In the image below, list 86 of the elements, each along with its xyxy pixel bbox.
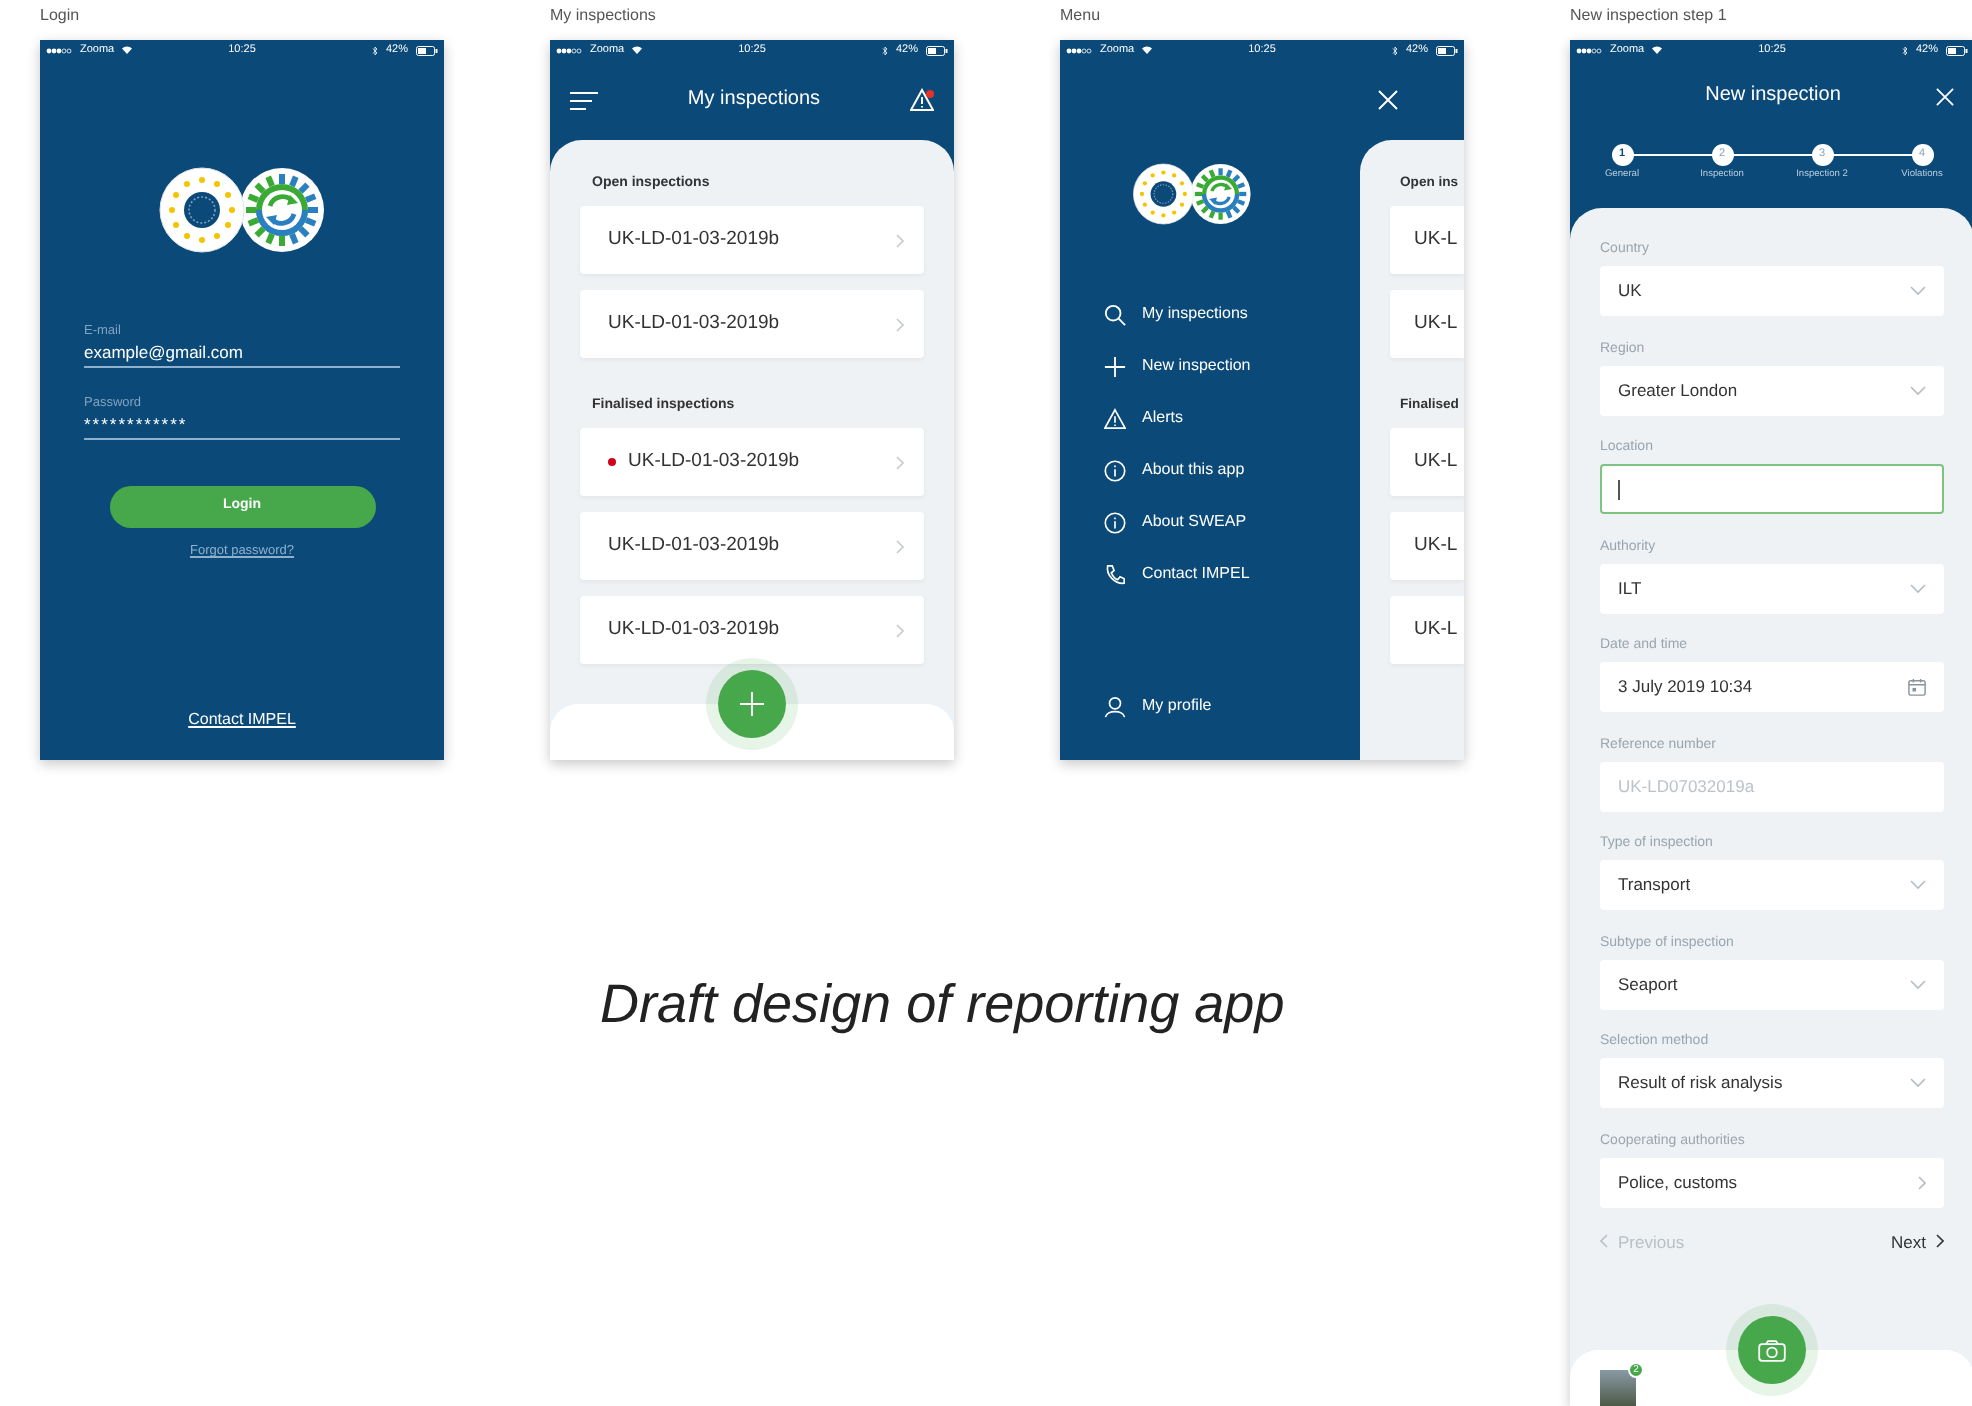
inspection-item[interactable]: UK-L bbox=[1390, 206, 1464, 274]
chevron-down-icon bbox=[1910, 583, 1926, 593]
chevron-down-icon bbox=[1910, 880, 1926, 890]
chevron-down-icon bbox=[1910, 385, 1926, 395]
signal-icon bbox=[1066, 47, 1092, 53]
info-icon bbox=[1104, 459, 1126, 481]
alert-warning-icon[interactable] bbox=[909, 88, 934, 112]
dropdown-field[interactable]: UK bbox=[1600, 266, 1944, 316]
screen-title: My inspections bbox=[687, 88, 821, 112]
inspection-item[interactable]: UK-L bbox=[1390, 428, 1464, 496]
next-button[interactable]: Next bbox=[1891, 1231, 1944, 1252]
camera-button[interactable] bbox=[1738, 1316, 1806, 1384]
close-icon[interactable] bbox=[1936, 87, 1954, 105]
phone-icon bbox=[1104, 563, 1126, 585]
battery-icon bbox=[415, 45, 438, 55]
profile-link[interactable]: My profile bbox=[1060, 680, 1360, 732]
chevron-right-icon bbox=[896, 539, 904, 553]
screen-title: New inspection bbox=[1705, 84, 1841, 108]
inspection-item[interactable]: UK-LD-01-03-2019b bbox=[580, 512, 924, 580]
menu-item[interactable]: Contact IMPEL bbox=[1060, 548, 1360, 600]
logo-drawing bbox=[1132, 162, 1252, 226]
info-icon bbox=[1104, 511, 1126, 533]
dropdown-field[interactable]: Result of risk analysis bbox=[1600, 1058, 1944, 1108]
inspection-item[interactable]: UK-LD-01-03-2019b bbox=[580, 290, 924, 358]
warning-icon bbox=[1104, 407, 1126, 429]
wifi-icon bbox=[1652, 46, 1663, 54]
screen-caption: Login bbox=[40, 6, 80, 26]
slide-caption: Draft design of reporting app bbox=[600, 972, 1285, 1037]
inspection-item[interactable]: UK-L bbox=[1390, 512, 1464, 580]
signal-icon bbox=[556, 47, 582, 53]
battery-icon bbox=[1435, 45, 1458, 55]
chevron-right-icon bbox=[896, 455, 904, 469]
inspection-item[interactable]: UK-L bbox=[1390, 596, 1464, 664]
signal-icon bbox=[1576, 47, 1602, 53]
menu-icon[interactable] bbox=[570, 91, 598, 109]
photo-placeholder[interactable] bbox=[1600, 1370, 1636, 1406]
chevron-right-icon bbox=[1936, 1234, 1944, 1249]
dropdown-field[interactable]: ILT bbox=[1600, 563, 1944, 613]
signal-icon bbox=[46, 47, 72, 53]
inspection-item[interactable]: UK-LD-01-03-2019b bbox=[580, 428, 924, 496]
plus-icon bbox=[740, 692, 764, 716]
bluetooth-icon bbox=[371, 45, 378, 55]
chevron-right-icon bbox=[896, 317, 904, 331]
chevron-right-icon bbox=[896, 623, 904, 637]
bluetooth-icon bbox=[1391, 45, 1398, 55]
dropdown-field[interactable]: Seaport bbox=[1600, 959, 1944, 1009]
chevron-down-icon bbox=[1910, 1078, 1926, 1088]
dropdown-field[interactable]: Greater London bbox=[1600, 365, 1944, 415]
date-field[interactable]: 3 July 2019 10:34 bbox=[1600, 662, 1944, 712]
bluetooth-icon bbox=[1901, 45, 1908, 55]
search-icon bbox=[1104, 303, 1126, 325]
screen-caption: My inspections bbox=[550, 6, 656, 26]
contact-link[interactable]: Contact IMPEL bbox=[188, 710, 296, 730]
input-field[interactable] bbox=[1600, 464, 1944, 514]
camera-icon bbox=[1758, 1339, 1786, 1361]
inspection-item[interactable]: UK-L bbox=[1390, 290, 1464, 358]
chevron-right-icon bbox=[1918, 1175, 1926, 1189]
password-field[interactable]: ************ bbox=[84, 411, 400, 440]
menu-item[interactable]: My inspections bbox=[1060, 288, 1360, 340]
menu-item[interactable]: About this app bbox=[1060, 444, 1360, 496]
add-button[interactable] bbox=[718, 670, 786, 738]
menu-item[interactable]: New inspection bbox=[1060, 340, 1360, 392]
close-icon[interactable] bbox=[1378, 90, 1398, 110]
menu-item[interactable]: Alerts bbox=[1060, 392, 1360, 444]
battery-icon bbox=[1945, 45, 1968, 55]
selector-field[interactable]: Police, customs bbox=[1600, 1157, 1944, 1207]
screen-caption: Menu bbox=[1060, 6, 1101, 26]
chevron-right-icon bbox=[896, 233, 904, 247]
chevron-down-icon bbox=[1910, 286, 1926, 296]
wifi-icon bbox=[1142, 46, 1153, 54]
calendar-icon bbox=[1908, 678, 1926, 696]
wifi-icon bbox=[632, 46, 643, 54]
chevron-down-icon bbox=[1910, 979, 1926, 989]
dropdown-field[interactable]: Transport bbox=[1600, 860, 1944, 910]
screen-caption: New inspection step 1 bbox=[1570, 6, 1727, 26]
inspection-item[interactable]: UK-LD-01-03-2019b bbox=[580, 596, 924, 664]
inspection-item[interactable]: UK-LD-01-03-2019b bbox=[580, 206, 924, 274]
bluetooth-icon bbox=[881, 45, 888, 55]
user-icon bbox=[1104, 695, 1126, 717]
menu-item[interactable]: About SWEAP bbox=[1060, 496, 1360, 548]
battery-icon bbox=[925, 45, 948, 55]
text-cursor bbox=[1618, 479, 1620, 499]
plus-icon bbox=[1104, 355, 1126, 377]
wifi-icon bbox=[122, 46, 133, 54]
email-field[interactable]: example@gmail.com bbox=[84, 339, 400, 368]
chevron-left-icon bbox=[1600, 1234, 1608, 1249]
